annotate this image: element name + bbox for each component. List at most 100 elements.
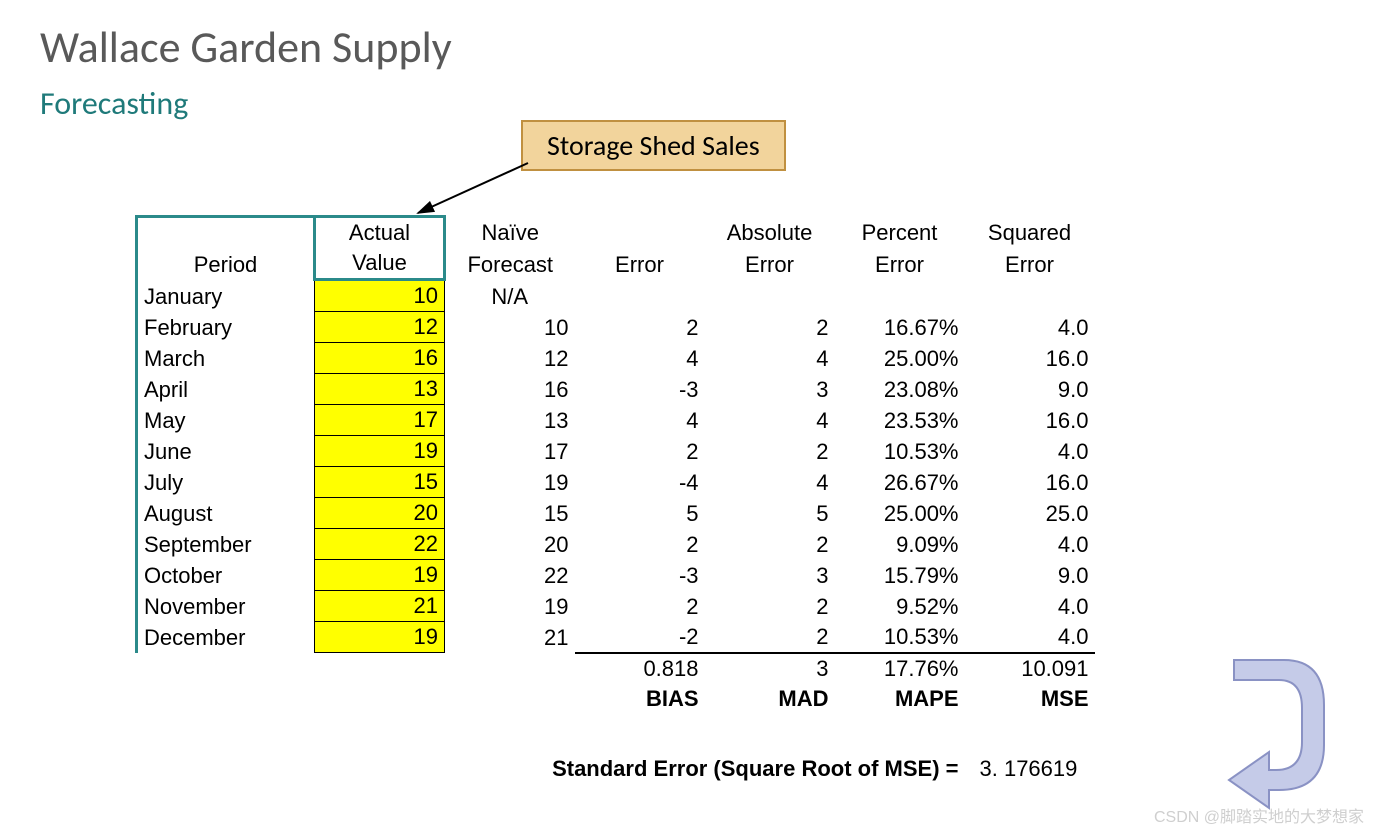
naive-cell: 13 [445, 405, 575, 436]
period-cell: September [137, 529, 315, 560]
actual-cell: 22 [315, 529, 445, 560]
actual-cell: 19 [315, 622, 445, 653]
hdr-period: Period [194, 252, 258, 277]
abs-cell: 2 [705, 622, 835, 653]
error-cell: 4 [575, 405, 705, 436]
abs-cell: 4 [705, 405, 835, 436]
table-row: October1922-3315.79%9.0 [137, 560, 1095, 591]
actual-cell: 10 [315, 280, 445, 312]
se-label: Standard Error (Square Root of MSE) = [552, 756, 958, 781]
pct-cell: 9.52% [835, 591, 965, 622]
error-cell: -3 [575, 374, 705, 405]
table-row: June19172210.53%4.0 [137, 436, 1095, 467]
actual-cell: 17 [315, 405, 445, 436]
hdr-naive-l1: Naïve [445, 217, 575, 249]
sq-cell: 9.0 [965, 374, 1095, 405]
abs-cell: 5 [705, 498, 835, 529]
se-value: 3. 176619 [980, 756, 1078, 781]
pct-cell: 10.53% [835, 622, 965, 653]
abs-cell: 4 [705, 343, 835, 374]
callout-label: Storage Shed Sales [521, 120, 786, 171]
table-row: May17134423.53%16.0 [137, 405, 1095, 436]
abs-cell: 2 [705, 312, 835, 343]
table-row: September2220229.09%4.0 [137, 529, 1095, 560]
naive-cell: 20 [445, 529, 575, 560]
pct-cell: 9.09% [835, 529, 965, 560]
hdr-actual-l1: Actual [315, 217, 445, 249]
table-row: March16124425.00%16.0 [137, 343, 1095, 374]
period-cell: February [137, 312, 315, 343]
error-cell: 2 [575, 529, 705, 560]
period-cell: November [137, 591, 315, 622]
abs-cell: 2 [705, 529, 835, 560]
sq-cell: 9.0 [965, 560, 1095, 591]
period-cell: March [137, 343, 315, 374]
error-cell: 4 [575, 343, 705, 374]
sq-cell: 16.0 [965, 405, 1095, 436]
error-cell: -4 [575, 467, 705, 498]
hdr-sq-l2: Error [965, 248, 1095, 280]
period-cell: January [137, 280, 315, 312]
hdr-abs-l2: Error [705, 248, 835, 280]
sq-cell [965, 280, 1095, 312]
naive-cell: 16 [445, 374, 575, 405]
hdr-error: Error [615, 252, 664, 277]
mape-label: MAPE [835, 684, 965, 714]
pct-cell: 16.67% [835, 312, 965, 343]
pct-cell: 10.53% [835, 436, 965, 467]
period-cell: July [137, 467, 315, 498]
mse-value: 10.091 [965, 653, 1095, 684]
pct-cell: 25.00% [835, 343, 965, 374]
forecast-table: Period Actual Naïve Error Absolute Perce… [135, 215, 1095, 784]
naive-cell: N/A [445, 280, 575, 312]
table-row: February12102216.67%4.0 [137, 312, 1095, 343]
table-row: December1921-2210.53%4.0 [137, 622, 1095, 653]
error-cell: 2 [575, 591, 705, 622]
sq-cell: 25.0 [965, 498, 1095, 529]
sq-cell: 4.0 [965, 312, 1095, 343]
actual-cell: 21 [315, 591, 445, 622]
mad-label: MAD [705, 684, 835, 714]
abs-cell [705, 280, 835, 312]
sq-cell: 4.0 [965, 591, 1095, 622]
sq-cell: 4.0 [965, 436, 1095, 467]
hdr-sq-l1: Squared [965, 217, 1095, 249]
pct-cell: 26.67% [835, 467, 965, 498]
error-cell: 2 [575, 436, 705, 467]
naive-cell: 17 [445, 436, 575, 467]
naive-cell: 15 [445, 498, 575, 529]
actual-cell: 13 [315, 374, 445, 405]
actual-cell: 20 [315, 498, 445, 529]
actual-cell: 12 [315, 312, 445, 343]
watermark-text: CSDN @脚踏实地的大梦想家 [1154, 803, 1364, 827]
hdr-pct-l2: Error [835, 248, 965, 280]
mad-value: 3 [705, 653, 835, 684]
abs-cell: 3 [705, 374, 835, 405]
mape-value: 17.76% [835, 653, 965, 684]
pct-cell: 15.79% [835, 560, 965, 591]
naive-cell: 19 [445, 591, 575, 622]
pct-cell: 25.00% [835, 498, 965, 529]
table-row: April1316-3323.08%9.0 [137, 374, 1095, 405]
bias-label: BIAS [575, 684, 705, 714]
naive-cell: 19 [445, 467, 575, 498]
period-cell: April [137, 374, 315, 405]
pct-cell [835, 280, 965, 312]
sq-cell: 16.0 [965, 467, 1095, 498]
table-row: July1519-4426.67%16.0 [137, 467, 1095, 498]
naive-cell: 22 [445, 560, 575, 591]
pct-cell: 23.53% [835, 405, 965, 436]
error-cell: 2 [575, 312, 705, 343]
hdr-actual-l2: Value [315, 248, 445, 280]
table-row: August20155525.00%25.0 [137, 498, 1095, 529]
table-row: January10N/A [137, 280, 1095, 312]
sq-cell: 4.0 [965, 529, 1095, 560]
bias-value: 0.818 [575, 653, 705, 684]
pct-cell: 23.08% [835, 374, 965, 405]
actual-cell: 19 [315, 436, 445, 467]
page-subtitle: Forecasting [40, 84, 1344, 123]
sq-cell: 4.0 [965, 622, 1095, 653]
period-cell: August [137, 498, 315, 529]
period-cell: October [137, 560, 315, 591]
error-cell: -2 [575, 622, 705, 653]
